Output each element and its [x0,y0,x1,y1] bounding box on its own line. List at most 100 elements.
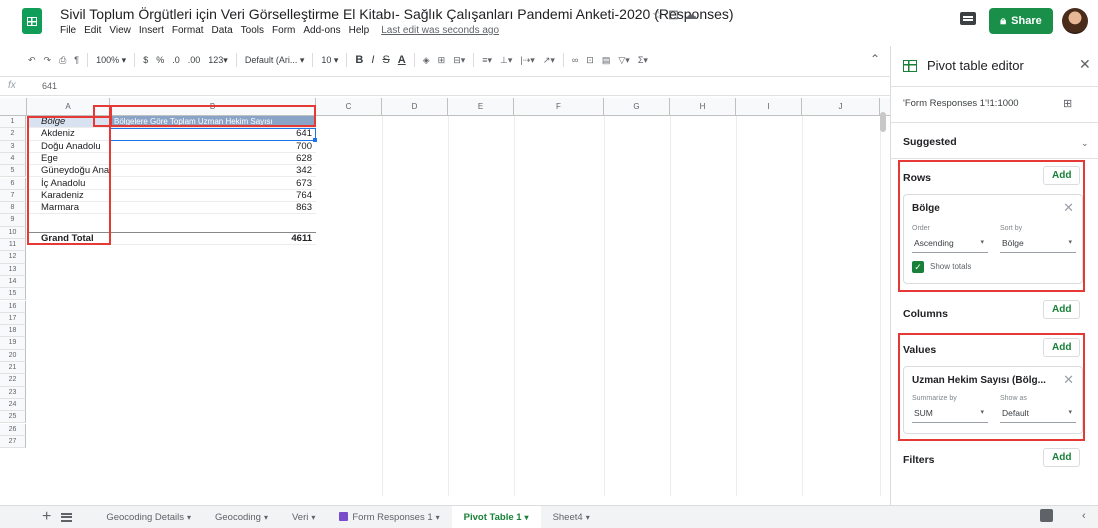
row-header[interactable]: 20 [0,349,26,362]
row-header[interactable]: 15 [0,288,26,301]
row-header[interactable]: 8 [0,202,26,215]
tab-geocoding[interactable]: Geocoding ▾ [203,506,280,528]
row-header[interactable]: 18 [0,325,26,338]
strikethrough-icon[interactable]: S [382,54,389,66]
explore-icon[interactable] [1040,509,1053,522]
formula-input[interactable]: 641 [42,81,57,91]
all-sheets-icon[interactable] [61,512,73,522]
tab-sheet4[interactable]: Sheet4 ▾ [541,506,602,528]
suggested-section[interactable]: Suggested [903,136,957,148]
chevron-left-icon[interactable]: ‹ [1082,510,1086,522]
row-header[interactable]: 17 [0,312,26,326]
menu-view[interactable]: View [109,25,131,36]
row-header[interactable]: 16 [0,300,26,313]
bold-icon[interactable]: B [355,54,363,66]
pivot-row-value[interactable]: 673 [110,178,316,190]
share-button[interactable]: 🔒︎ Share [989,8,1053,34]
add-sheet-button[interactable]: + [0,508,61,526]
menu-data[interactable]: Data [212,25,233,36]
sheets-logo-icon[interactable] [22,8,42,34]
percent-format-button[interactable]: % [156,55,164,65]
zoom-select[interactable]: 100% ▾ [96,55,126,66]
row-header[interactable]: 25 [0,411,26,424]
menu-tools[interactable]: Tools [241,25,264,36]
row-header[interactable]: 26 [0,423,26,436]
row-header[interactable]: 24 [0,398,26,412]
chevron-down-icon[interactable]: ⌄ [1081,138,1089,149]
horizontal-align-icon[interactable]: ≡▾ [482,55,492,66]
fill-handle[interactable] [313,138,317,142]
font-size-select[interactable]: 10 ▾ [321,55,338,66]
column-header-i[interactable]: I [736,98,802,116]
pivot-row-value[interactable]: 863 [110,202,316,215]
row-header[interactable]: 22 [0,374,26,387]
vertical-align-icon[interactable]: ⊥▾ [500,55,512,66]
row-header[interactable]: 9 [0,214,26,227]
print-icon[interactable]: ⎙ [59,55,66,66]
menu-insert[interactable]: Insert [139,25,164,36]
vertical-scrollbar[interactable] [880,112,886,132]
last-edit-link[interactable]: Last edit was seconds ago [381,25,499,36]
currency-format-button[interactable]: $ [143,55,148,65]
row-header[interactable]: 13 [0,263,26,276]
menu-file[interactable]: File [60,25,76,36]
menu-addons[interactable]: Add-ons [303,25,340,36]
row-header[interactable]: 4 [0,152,26,166]
text-wrap-icon[interactable]: |⇢▾ [520,55,534,66]
spreadsheet-grid[interactable]: A B C D E F G H I J 1 2 3 4 5 6 7 8 9 10 11 12 13 14 1… [0,98,890,496]
row-header[interactable]: 23 [0,386,26,399]
add-column-button[interactable]: Add [1043,300,1081,319]
italic-icon[interactable]: I [371,54,374,66]
insert-comment-icon[interactable]: ⊡ [586,55,594,66]
select-range-icon[interactable]: ⊞ [1063,97,1072,110]
grand-total-value[interactable]: 4611 [110,232,316,245]
column-header-j[interactable]: J [802,98,880,116]
column-header-c[interactable]: C [316,98,382,116]
pivot-row-value[interactable]: 628 [110,153,316,166]
comment-history-icon[interactable] [960,12,976,25]
undo-icon[interactable]: ↶ [28,55,36,66]
row-header[interactable]: 11 [0,239,26,252]
row-header[interactable]: 5 [0,165,26,178]
tab-veri[interactable]: Veri ▾ [280,506,327,528]
fill-color-icon[interactable]: ◈ [423,55,430,66]
row-header[interactable]: 3 [0,140,26,153]
row-header[interactable]: 6 [0,177,26,190]
row-header[interactable]: 27 [0,435,26,449]
pivot-row-value[interactable]: 764 [110,190,316,203]
row-header[interactable]: 21 [0,362,26,375]
select-all-corner[interactable] [0,98,27,116]
font-select[interactable]: Default (Ari... ▾ [245,55,305,66]
text-color-icon[interactable]: A [398,54,406,66]
tab-pivot-table-1[interactable]: Pivot Table 1 ▾ [451,505,541,528]
menu-form[interactable]: Form [272,25,295,36]
row-header[interactable]: 1 [0,116,26,129]
row-header[interactable]: 10 [0,226,26,239]
close-icon[interactable]: ✕ [1079,56,1091,73]
column-header-f[interactable]: F [514,98,604,116]
row-header[interactable]: 19 [0,337,26,350]
paint-format-icon[interactable]: ¶ [74,55,79,65]
pivot-row-value[interactable]: 700 [110,141,316,153]
increase-decimal-button[interactable]: .00 [188,55,201,65]
chevron-up-icon[interactable]: ⌃ [870,52,880,66]
column-header-e[interactable]: E [448,98,514,116]
functions-icon[interactable]: Σ▾ [638,55,648,66]
add-filter-button[interactable]: Add [1043,448,1081,467]
filter-icon[interactable]: ▽▾ [618,55,629,66]
more-formats-select[interactable]: 123▾ [208,55,228,66]
menu-format[interactable]: Format [172,25,204,36]
menu-help[interactable]: Help [349,25,370,36]
menu-edit[interactable]: Edit [84,25,101,36]
move-folder-icon[interactable]: ⊡ [668,7,679,23]
row-header[interactable]: 7 [0,189,26,203]
insert-chart-icon[interactable]: ▤ [602,55,611,66]
tab-form-responses-1[interactable]: Form Responses 1 ▾ [327,506,451,528]
row-header[interactable]: 12 [0,251,26,264]
row-header[interactable]: 2 [0,128,26,141]
pivot-row-value[interactable]: 342 [110,165,316,178]
column-header-d[interactable]: D [382,98,448,116]
row-header[interactable]: 14 [0,275,26,289]
data-range-field[interactable]: 'Form Responses 1'!1:1000 [903,98,1053,109]
cloud-status-icon[interactable]: ☁ [684,7,697,23]
